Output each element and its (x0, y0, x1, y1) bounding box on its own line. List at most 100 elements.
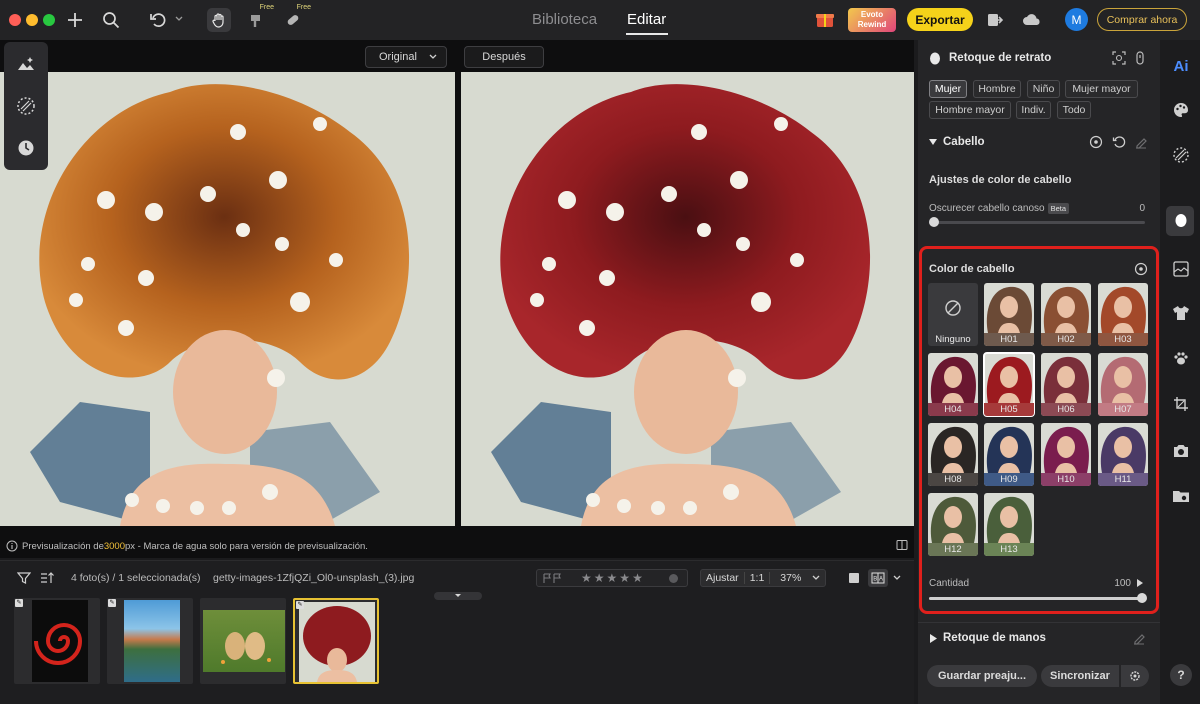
crop-icon[interactable] (1171, 394, 1191, 414)
svg-text:A: A (879, 577, 883, 583)
filmstrip: ✎ ✎ ✎ (0, 592, 914, 704)
camera-icon[interactable] (1171, 441, 1191, 461)
portrait-module-icon[interactable] (1171, 211, 1191, 231)
texture-icon[interactable] (1171, 145, 1191, 165)
view-mode-select[interactable]: Original (365, 46, 447, 68)
fit-button[interactable]: Ajustar (701, 572, 744, 584)
tab-edit[interactable]: Editar (627, 11, 666, 28)
star-icon[interactable]: ★ (619, 572, 630, 584)
before-photo (0, 72, 455, 526)
background-icon[interactable] (1171, 259, 1191, 279)
eraser-icon[interactable] (1134, 135, 1148, 149)
ai-icon[interactable]: Ai (1171, 56, 1191, 76)
chip-hombre[interactable]: Hombre (973, 80, 1021, 98)
add-icon[interactable] (63, 8, 87, 32)
single-view-icon[interactable] (847, 571, 861, 585)
chevron-down-icon[interactable] (892, 573, 902, 583)
panel-title: Retoque de retrato (949, 52, 1052, 64)
gray-hair-label: Oscurecer cabello canoso (929, 203, 1045, 214)
sync-button[interactable]: Sincronizar (1041, 665, 1119, 687)
minimize-window-button[interactable] (26, 14, 38, 26)
eraser-icon[interactable] (1132, 631, 1146, 645)
close-window-button[interactable] (9, 14, 21, 26)
compare-layout-icon[interactable] (896, 539, 908, 551)
caret-right-icon[interactable] (930, 634, 937, 643)
filmstrip-toolbar: 4 foto(s) / 1 seleccionada(s) getty-imag… (0, 560, 914, 594)
palette-icon[interactable] (1171, 100, 1191, 120)
avatar[interactable]: M (1065, 8, 1088, 31)
history-icon[interactable] (16, 138, 36, 158)
star-icon[interactable]: ★ (581, 572, 592, 584)
gear-icon (1130, 671, 1140, 681)
module-strip: Ai ? (1160, 40, 1200, 704)
star-rating[interactable]: ★ ★ ★ ★ ★ (581, 572, 643, 584)
thumbnail-puppies[interactable] (200, 598, 286, 684)
caret-down-icon[interactable] (929, 138, 937, 146)
flag-icon[interactable] (543, 573, 563, 584)
preview-notice: Previsualización de 3000 px - Marca de a… (0, 535, 914, 557)
chevron-down-icon (429, 54, 437, 59)
preview-prefix: Previsualización de (22, 540, 104, 552)
evoto-rewind-badge[interactable]: Evoto Rewind (848, 8, 896, 32)
beta-badge: Beta (1047, 203, 1070, 214)
cloud-icon[interactable] (1020, 8, 1044, 32)
folder-eye-icon[interactable] (1171, 486, 1191, 506)
chip-todo[interactable]: Todo (1057, 101, 1091, 119)
section-hands[interactable]: Retoque de manos (943, 632, 1046, 644)
quick-retouch-icon[interactable]: Free (244, 4, 274, 32)
star-icon[interactable]: ★ (632, 572, 643, 584)
hair-color-highlight (919, 246, 1159, 614)
buy-now-button[interactable]: Comprar ahora (1097, 8, 1187, 31)
thumbnail-village[interactable]: ✎ (107, 598, 193, 684)
photo-count: 4 foto(s) / 1 seleccionada(s) (71, 572, 201, 584)
star-icon[interactable]: ★ (594, 572, 605, 584)
top-bar: Free Free Biblioteca Editar Evoto Rewind… (0, 0, 1200, 40)
zoom-value[interactable]: 37% (769, 572, 805, 584)
one-to-one-button[interactable]: 1:1 (743, 572, 770, 584)
filmstrip-collapse-handle[interactable] (434, 592, 482, 600)
edited-badge: ✎ (296, 601, 304, 609)
chip-mujer[interactable]: Mujer (929, 80, 967, 98)
sort-icon[interactable] (40, 571, 54, 585)
tab-library[interactable]: Biblioteca (532, 11, 597, 28)
chevron-down-icon[interactable] (174, 14, 184, 24)
hand-tool-icon[interactable] (207, 8, 231, 32)
panel-options-icon[interactable] (1134, 51, 1146, 65)
section-hair[interactable]: Cabello (943, 136, 985, 148)
auto-enhance-icon[interactable] (16, 54, 36, 74)
reset-icon[interactable] (1112, 135, 1126, 149)
help-icon[interactable]: ? (1170, 664, 1192, 686)
filter-icon[interactable] (17, 571, 31, 585)
chip-niño[interactable]: Niño (1027, 80, 1060, 98)
save-preset-button[interactable]: Guardar preaju... (927, 665, 1037, 687)
maximize-window-button[interactable] (43, 14, 55, 26)
thumbnail-spiral[interactable]: ✎ (14, 598, 100, 684)
export-to-app-icon[interactable] (983, 8, 1007, 32)
chevron-down-icon[interactable] (811, 573, 821, 583)
clothing-icon[interactable] (1171, 303, 1191, 323)
chip-indiv-[interactable]: Indiv. (1016, 101, 1051, 119)
slider-track (929, 221, 1145, 224)
gray-hair-slider[interactable] (929, 217, 1145, 229)
pet-paw-icon[interactable] (1171, 348, 1191, 368)
before-after-icon[interactable]: BA (868, 569, 888, 587)
star-icon[interactable]: ★ (607, 572, 618, 584)
svg-text:B: B (873, 577, 877, 583)
free-badge: Free (259, 4, 274, 11)
color-label-icon[interactable] (669, 574, 678, 583)
search-icon[interactable] (99, 8, 123, 32)
after-label[interactable]: Después (464, 46, 544, 68)
thumbnail-red-hair-selected[interactable]: ✎ (293, 598, 379, 684)
tool-rail (4, 42, 48, 170)
bandage-icon[interactable]: Free (281, 4, 311, 32)
slider-knob[interactable] (929, 217, 939, 227)
eye-icon[interactable] (1089, 135, 1103, 149)
sync-settings-button[interactable] (1121, 665, 1149, 687)
texture-icon[interactable] (16, 96, 36, 116)
chip-hombre-mayor[interactable]: Hombre mayor (929, 101, 1011, 119)
face-select-icon[interactable] (1112, 51, 1126, 65)
chip-mujer-mayor[interactable]: Mujer mayor (1065, 80, 1138, 98)
undo-icon[interactable] (146, 8, 170, 32)
export-button[interactable]: Exportar (907, 8, 973, 31)
gift-icon[interactable] (813, 8, 837, 32)
